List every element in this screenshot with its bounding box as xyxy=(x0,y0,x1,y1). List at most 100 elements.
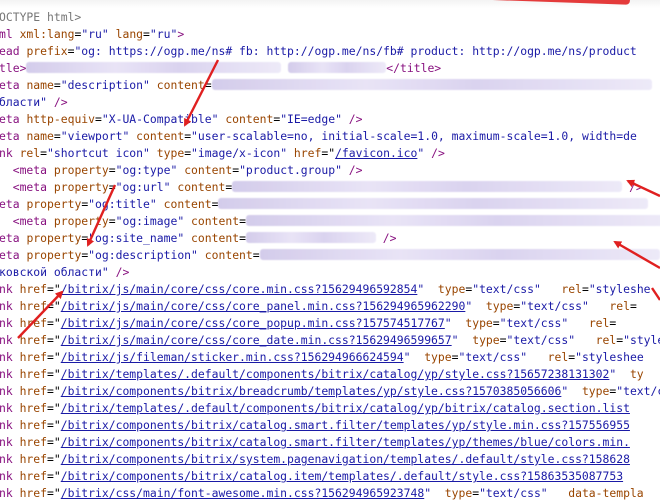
source-token: href xyxy=(19,299,48,313)
source-token: = xyxy=(225,180,233,194)
source-token: content xyxy=(163,197,212,211)
source-token xyxy=(410,350,424,364)
redacted-text xyxy=(259,249,660,260)
source-token: nk xyxy=(0,486,20,500)
source-token: ml xyxy=(0,27,20,41)
source-token xyxy=(424,282,438,296)
source-line: бласти" /> xyxy=(0,94,660,111)
source-token: бласти" xyxy=(0,95,48,109)
source-token: "image/x-icon" xyxy=(191,146,288,160)
redacted-text xyxy=(211,79,652,90)
source-token: = xyxy=(581,282,589,296)
source-token xyxy=(109,27,116,41)
source-token: = xyxy=(204,78,212,92)
source-token xyxy=(589,299,610,313)
source-token: " xyxy=(444,316,452,330)
source-token: =" xyxy=(47,486,61,500)
source-link[interactable]: /bitrix/templates/.default/components/bi… xyxy=(61,367,610,381)
source-line: nk href="/bitrix/components/bitrix/syste… xyxy=(0,451,660,468)
source-link[interactable]: /bitrix/components/bitrix/catalog.smart.… xyxy=(61,418,630,432)
redacted-text xyxy=(288,62,387,73)
source-line: ead prefix="og: https://ogp.me/ns# fb: h… xyxy=(0,43,660,60)
source-link[interactable]: /bitrix/components/bitrix/system.pagenav… xyxy=(61,452,630,466)
source-token: /> xyxy=(375,231,397,245)
source-token: href xyxy=(19,469,48,483)
source-token: "styleshe xyxy=(588,282,651,296)
source-token: rel xyxy=(588,316,610,330)
redacted-text xyxy=(26,62,282,73)
source-token: content xyxy=(184,163,233,177)
redacted-text xyxy=(218,198,649,209)
source-token xyxy=(459,333,473,347)
source-token: property xyxy=(53,180,109,194)
redacted-text xyxy=(245,215,660,226)
source-token: nk xyxy=(0,384,20,398)
source-link[interactable]: /bitrix/components/bitrix/catalog.smart.… xyxy=(61,435,630,449)
source-token: "text/css" xyxy=(499,316,569,330)
source-token: href xyxy=(19,333,48,347)
source-token: type xyxy=(437,282,466,296)
source-token xyxy=(150,78,157,92)
source-link[interactable]: /bitrix/components/bitrix/catalog.item/t… xyxy=(61,469,623,483)
source-token: "styles xyxy=(623,333,660,347)
source-link[interactable]: /bitrix/js/main/core/css/core.min.css?15… xyxy=(61,282,418,296)
source-token: > xyxy=(177,27,185,41)
source-token: /> xyxy=(622,180,643,194)
source-line: nk href="/bitrix/js/fileman/sticker.min.… xyxy=(0,349,660,366)
source-line: <meta property="og:type" content="produc… xyxy=(0,162,660,179)
source-token: "text/css" xyxy=(472,282,541,296)
source-token: "text/css" xyxy=(458,350,528,364)
source-token: property xyxy=(53,214,109,228)
source-token: href xyxy=(19,418,48,432)
source-token: property xyxy=(26,197,82,211)
source-token: eta xyxy=(0,112,27,126)
source-token: <meta xyxy=(0,180,54,194)
source-token: "IE=edge" xyxy=(280,112,342,126)
source-token: content xyxy=(225,112,274,126)
source-link[interactable]: /favicon.ico xyxy=(335,146,417,160)
source-token: name xyxy=(26,78,54,92)
source-token: nk xyxy=(0,469,20,483)
source-token: href xyxy=(19,316,48,330)
source-token: "text/css" xyxy=(506,333,576,347)
source-token: eta xyxy=(0,78,27,92)
source-link[interactable]: /bitrix/css/main/font-awesome.min.css?15… xyxy=(61,486,424,500)
source-token: rel xyxy=(19,146,41,160)
source-token: rel xyxy=(609,299,630,313)
source-token: name xyxy=(26,129,54,143)
source-token: href xyxy=(19,367,48,381)
source-link[interactable]: /bitrix/templates/.default/components/bi… xyxy=(61,401,630,415)
source-token: =" xyxy=(47,333,61,347)
source-line: OCTYPE html> xyxy=(0,9,660,26)
source-token: =" xyxy=(47,452,61,466)
source-token: =" xyxy=(47,384,61,398)
source-token: =" xyxy=(47,367,61,381)
source-token xyxy=(157,197,164,211)
source-token xyxy=(198,248,205,262)
source-token xyxy=(616,367,630,381)
source-link[interactable]: /bitrix/components/bitrix/breadcrumb/tem… xyxy=(61,384,562,398)
source-token xyxy=(527,350,548,364)
source-token: "text/css" xyxy=(520,299,589,313)
source-token: "text/css" xyxy=(479,486,548,500)
source-token: /> xyxy=(341,112,363,126)
source-link[interactable]: /bitrix/js/fileman/sticker.min.css?15629… xyxy=(61,350,404,364)
source-line: <meta property="og:url" content= /> xyxy=(0,179,660,196)
source-token xyxy=(541,282,562,296)
source-token: =" xyxy=(47,401,61,415)
page-source-view: OCTYPE html> ml xml:lang="ru" lang="ru"> e… xyxy=(0,9,660,502)
source-token: nk xyxy=(0,418,20,432)
source-line: ml xml:lang="ru" lang="ru"> xyxy=(0,26,660,43)
source-link[interactable]: /bitrix/js/main/core/css/core_popup.min.… xyxy=(61,316,445,330)
source-link[interactable]: /bitrix/js/main/core/css/core_panel.min.… xyxy=(61,299,466,313)
source-line: tle> </title> xyxy=(0,60,660,77)
source-line: eta property="og:site_name" content= /> xyxy=(0,230,660,247)
source-token: href xyxy=(19,401,48,415)
source-link[interactable]: /bitrix/js/main/core/css/core_date.min.c… xyxy=(61,333,452,347)
source-token: href xyxy=(19,282,48,296)
source-line: nk rel="shortcut icon" type="image/x-ico… xyxy=(0,145,660,162)
source-token: = xyxy=(451,350,459,364)
source-line: nk href="/bitrix/js/main/core/css/core_d… xyxy=(0,332,660,349)
source-token: = xyxy=(108,214,116,228)
source-token: "ru" xyxy=(149,27,178,41)
